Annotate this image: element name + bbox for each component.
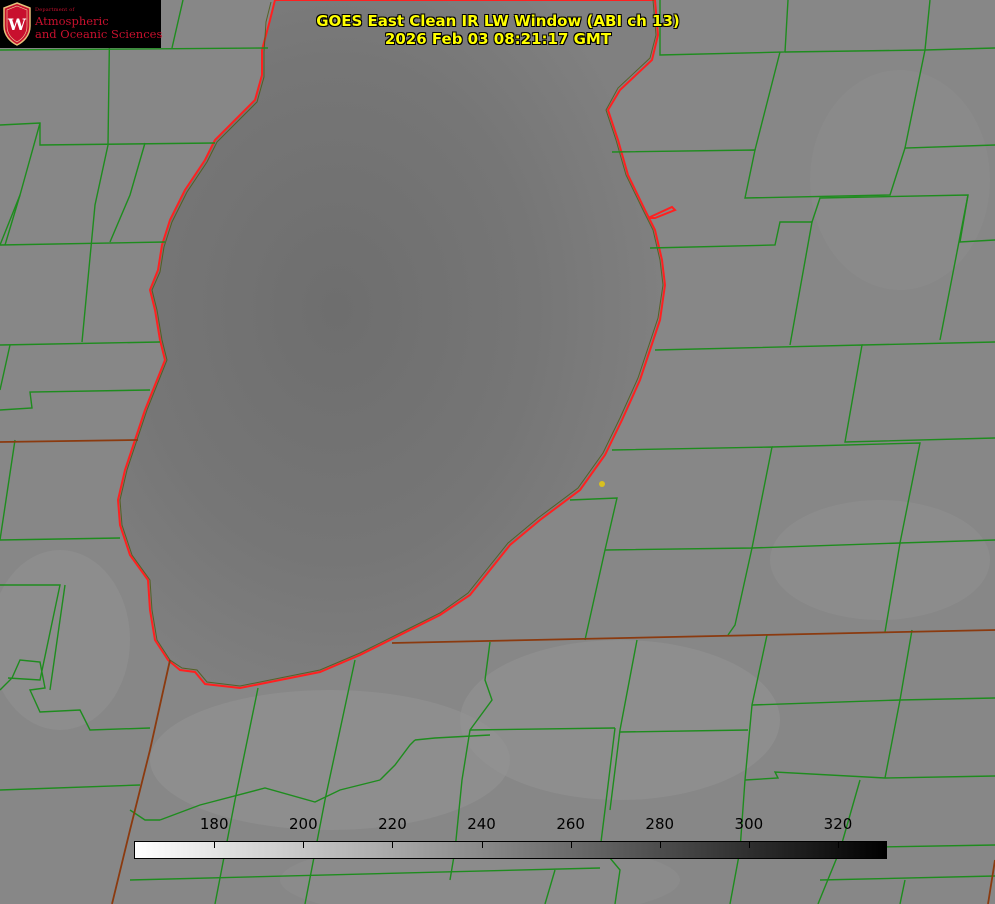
logo-dept-label: Department of [35, 7, 75, 13]
temperature-colorbar [134, 841, 887, 859]
colorbar-tick-label-240: 240 [467, 815, 496, 833]
colorbar-tick-label-200: 200 [288, 815, 318, 833]
colorbar-tick-label-300: 300 [734, 815, 764, 833]
colorbar-tick-300 [748, 842, 750, 848]
colorbar-tick-label-260: 260 [556, 815, 585, 833]
svg-text:W: W [7, 15, 27, 34]
colorbar-tick-220 [392, 842, 394, 848]
logo-dept-name-line1: Atmospheric [35, 14, 109, 28]
station-marker [599, 481, 605, 487]
colorbar-tick-240 [481, 842, 483, 848]
uw-crest-icon: W [3, 2, 31, 46]
colorbar-tick-200 [303, 842, 305, 848]
colorbar-tick-label-280: 280 [645, 815, 675, 833]
image-title-product: GOES East Clean IR LW Window (ABI ch 13) [316, 12, 680, 30]
colorbar-tick-180 [214, 842, 216, 848]
aos-logo: W Department of Atmospheric and Oceanic … [0, 0, 163, 48]
logo-dept-name-line2: and Oceanic Sciences [35, 27, 163, 41]
colorbar-tick-label-320: 320 [823, 815, 853, 833]
colorbar-tick-label-180: 180 [199, 815, 229, 833]
satellite-map [0, 0, 995, 904]
colorbar-tick-label-220: 220 [378, 815, 407, 833]
colorbar-tick-labels: 180 200 220 240 260 280 300 320 [0, 815, 995, 835]
colorbar-tick-280 [659, 842, 661, 848]
image-title: GOES East Clean IR LW Window (ABI ch 13)… [248, 12, 748, 48]
colorbar-tick-260 [570, 842, 572, 848]
image-title-timestamp: 2026 Feb 03 08:21:17 GMT [384, 30, 612, 48]
colorbar-tick-320 [837, 842, 839, 848]
